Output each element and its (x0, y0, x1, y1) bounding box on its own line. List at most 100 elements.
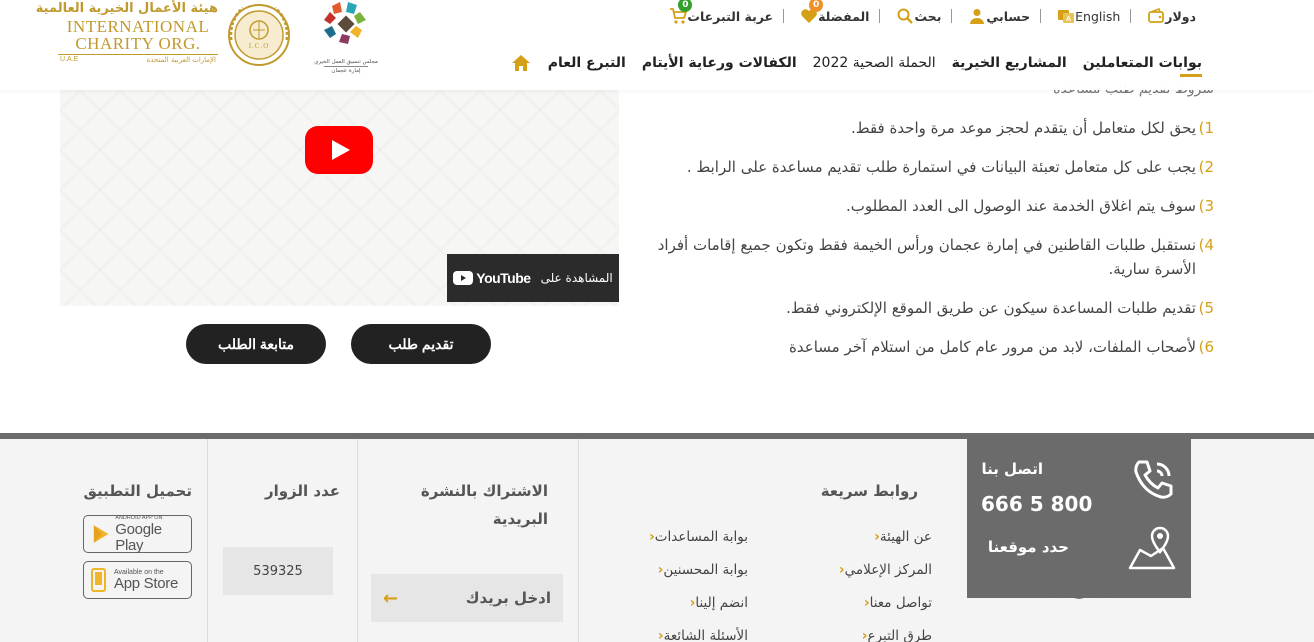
embedded-video-player[interactable]: المشاهدة على YouTube (60, 90, 619, 306)
footer-link-donors-portal[interactable]: ‹ بوابة المحسنين (652, 562, 748, 578)
heart-icon: 0 (800, 0, 824, 25)
chevron-left-icon: ‹ (657, 628, 664, 642)
watch-on-youtube-button[interactable]: المشاهدة على YouTube (447, 254, 619, 302)
logos-area[interactable]: هيئة الأعمال الخيرية العالمية INTERNATIO… (36, 0, 388, 78)
account-link[interactable]: حسابي (962, 7, 1030, 25)
footer-link-label: بوابة المحسنين (663, 562, 748, 578)
user-icon (968, 7, 986, 25)
column-divider (357, 439, 358, 642)
donation-cart-link[interactable]: 0 عربة التبرعات (663, 0, 774, 25)
column-divider (207, 439, 208, 642)
council-name-line2: إمارة عجمان (324, 66, 368, 75)
condition-number: 5) (1198, 299, 1214, 317)
app-store-button[interactable]: Available on the App Store (83, 561, 192, 599)
youtube-play-button[interactable] (305, 126, 373, 174)
condition-item: 6) لأصحاب الملفات، لابد من مرور عام كامل … (654, 335, 1214, 359)
cart-icon: 0 (669, 0, 693, 25)
newsletter-title: الاشتراك بالنشرة البريدية (420, 482, 548, 528)
footer-link-media-center[interactable]: ‹ المركز الإعلامي (833, 562, 932, 578)
newsletter-form: ← (371, 574, 563, 622)
submit-request-button[interactable]: تقديم طلب (351, 324, 491, 364)
locate-us-link[interactable]: حدد موقعنا (988, 538, 1069, 556)
contact-panel: اتصل بنا 800 5 666 حدد موقعنا (967, 438, 1191, 598)
favorites-label: المفضلة (818, 8, 870, 24)
condition-number: 1) (1198, 119, 1214, 137)
council-logo: مجلس تنسيق العمل الخيري إمارة عجمان (310, 0, 382, 74)
track-request-button[interactable]: متابعة الطلب (186, 324, 326, 364)
youtube-wordmark: YouTube (476, 270, 531, 286)
quick-links-title: روابط سريعة (820, 482, 918, 500)
language-icon: A (1057, 7, 1075, 25)
footer-link-donation-methods[interactable]: ‹ طرق التبرع (856, 628, 932, 642)
top-utility-bar: 0 عربة التبرعات 0 المفضلة بحث حسابي A En… (663, 0, 1196, 26)
currency-switch[interactable]: دولار (1141, 7, 1196, 25)
search-link[interactable]: بحث (890, 7, 941, 25)
arrow-left-icon[interactable]: ← (383, 588, 398, 609)
contact-phone[interactable]: 800 5 666 (981, 492, 1092, 516)
svg-text:A: A (1066, 16, 1071, 23)
footer-link-label: طرق التبرع (867, 628, 932, 642)
condition-item: 3) سوف يتم اغلاق الخدمة عند الوصول الى ال… (654, 194, 1214, 218)
search-icon (896, 7, 914, 25)
home-icon[interactable] (510, 52, 532, 74)
footer-link-label: تواصل معنا (869, 595, 932, 611)
logo-org-en-line2: CHARITY ORG. (75, 34, 201, 53)
nav-charity-projects[interactable]: المشاريع الخيرية (952, 55, 1067, 71)
youtube-logo: YouTube (453, 270, 531, 286)
condition-number: 6) (1198, 338, 1214, 356)
condition-text: يجب على كل متعامل تعبئة البيانات في استم… (686, 158, 1196, 176)
currency-label: دولار (1165, 8, 1196, 24)
favorites-link[interactable]: 0 المفضلة (794, 0, 870, 25)
ico-seal-logo: I.C.O (221, 0, 297, 70)
google-play-big-text: Google Play (115, 520, 162, 554)
chevron-left-icon: ‹ (861, 628, 868, 642)
chevron-left-icon: ‹ (649, 529, 655, 545)
condition-text: لأصحاب الملفات، لابد من مرور عام كامل من… (789, 338, 1196, 356)
nav-health-campaign[interactable]: الحملة الصحية 2022 (813, 55, 936, 71)
footer-link-label: عن الهيئة (879, 529, 932, 545)
smartphone-icon (91, 568, 106, 592)
condition-number: 3) (1198, 197, 1214, 215)
divider (879, 9, 881, 23)
search-label: بحث (914, 8, 942, 24)
visitor-counter: 539325 (223, 547, 333, 595)
footer-link-about[interactable]: ‹ عن الهيئة (868, 529, 932, 545)
footer-link-label: بوابة المساعدات (654, 529, 748, 545)
map-pin-icon (1127, 524, 1177, 574)
chevron-left-icon: ‹ (874, 529, 880, 545)
footer-link-contact[interactable]: ‹ تواصل معنا (858, 595, 932, 611)
footer-link-faq[interactable]: ‹ الأسئلة الشائعة (652, 628, 748, 642)
language-label: English (1075, 8, 1121, 24)
condition-text: يحق لكل متعامل أن يتقدم لحجز موعد مرة وا… (850, 119, 1196, 137)
column-divider (578, 439, 579, 642)
phone-icon (1131, 456, 1177, 506)
active-nav-indicator (1180, 74, 1202, 77)
nav-sponsorships-orphans[interactable]: الكفالات ورعاية الأيتام (642, 55, 797, 71)
google-play-button[interactable]: ANDROID APP ON Google Play (83, 515, 192, 553)
logo-country-ar: الإمارات العربية المتحدة (146, 56, 216, 64)
condition-text: تقديم طلبات المساعدة سيكون عن طريق الموق… (786, 299, 1196, 317)
cart-label: عربة التبرعات (687, 8, 774, 24)
nav-general-donation[interactable]: التبرع العام (548, 55, 626, 71)
app-store-big-text: App Store (114, 574, 179, 592)
main-navigation: التبرع العام الكفالات ورعاية الأيتام الح… (490, 52, 1202, 74)
footer-link-join-us[interactable]: ‹ انضم إلينا (684, 595, 748, 611)
contact-panel-arrow (967, 577, 1191, 599)
divider (783, 9, 785, 23)
account-label: حسابي (986, 8, 1031, 24)
google-play-icon (93, 525, 109, 543)
language-switch[interactable]: A English (1051, 7, 1120, 25)
newsletter-email-input[interactable] (421, 589, 551, 607)
footer-link-aid-portal[interactable]: ‹ بوابة المساعدات (643, 529, 748, 545)
wallet-icon (1147, 7, 1165, 25)
nav-customer-portals[interactable]: بوابات المتعاملين (1083, 55, 1202, 71)
chevron-left-icon: ‹ (838, 562, 845, 578)
divider (1040, 9, 1042, 23)
divider (951, 9, 953, 23)
condition-text: نستقبل طلبات القاطنين في إمارة عجمان ورأ… (657, 236, 1196, 278)
seal-letters: I.C.O (248, 42, 270, 50)
condition-number: 4) (1198, 236, 1214, 254)
watch-on-label: المشاهدة على (540, 271, 613, 285)
site-header: 0 عربة التبرعات 0 المفضلة بحث حسابي A En… (0, 0, 1314, 90)
site-footer: اتصل بنا 800 5 666 حدد موقعنا روابط سريع… (0, 433, 1314, 642)
